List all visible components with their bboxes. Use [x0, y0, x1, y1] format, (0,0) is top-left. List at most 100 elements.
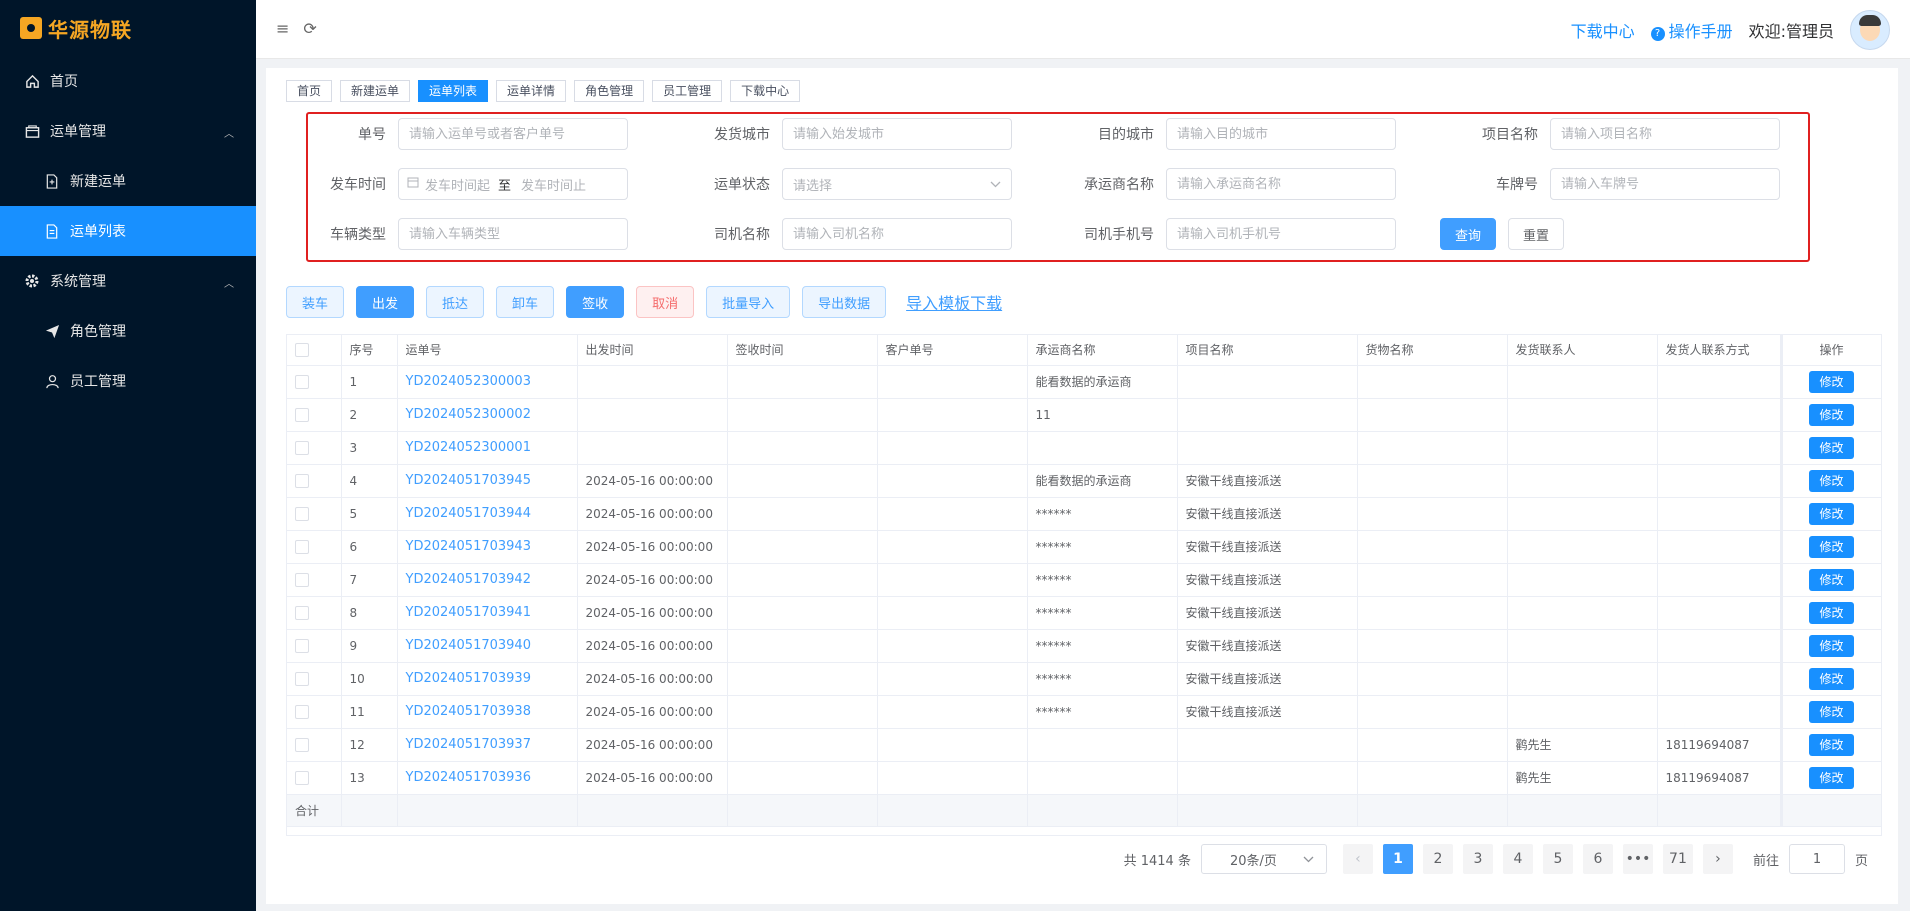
row-checkbox[interactable]	[295, 770, 309, 785]
row-checkbox[interactable]	[295, 506, 309, 521]
row-checkbox[interactable]	[295, 704, 309, 719]
page-button[interactable]: 5	[1542, 844, 1573, 874]
unload-button[interactable]: 卸车	[496, 286, 555, 318]
select-all-cell[interactable]	[287, 335, 342, 366]
row-checkbox[interactable]	[295, 374, 309, 389]
row-checkbox[interactable]	[295, 539, 309, 554]
vehicle-type-input[interactable]	[398, 218, 628, 250]
depart-time-start[interactable]: 发车时间起	[425, 175, 490, 194]
sidebar-item-waybill-list[interactable]: 运单列表	[0, 206, 256, 256]
page-button[interactable]: 3	[1462, 844, 1493, 874]
from-city-input[interactable]	[782, 118, 1012, 150]
edit-button[interactable]: 修改	[1809, 403, 1854, 426]
row-checkbox[interactable]	[295, 440, 309, 455]
carrier-input[interactable]	[1166, 168, 1396, 200]
waybill-no-link[interactable]: YD2024051703944	[397, 497, 578, 531]
row-checkbox[interactable]	[295, 407, 309, 422]
page-button[interactable]: 1	[1382, 844, 1413, 874]
edit-button[interactable]: 修改	[1809, 370, 1854, 393]
waybill-no-link[interactable]: YD2024052300001	[397, 431, 578, 465]
page-button[interactable]: 4	[1502, 844, 1533, 874]
tag-role-mgmt[interactable]: 角色管理	[574, 80, 645, 102]
tag-waybill-detail[interactable]: 运单详情	[496, 80, 567, 102]
driver-phone-input[interactable]	[1166, 218, 1396, 250]
prev-page-button[interactable]: ‹	[1342, 844, 1373, 874]
waybill-no-link[interactable]: YD2024052300003	[397, 365, 578, 399]
waybill-no-link[interactable]: YD2024051703936	[397, 761, 578, 795]
row-select-cell[interactable]	[287, 563, 342, 597]
refresh-icon[interactable]: ⟳	[303, 19, 316, 38]
row-select-cell[interactable]	[287, 497, 342, 531]
row-checkbox[interactable]	[295, 671, 309, 686]
row-checkbox[interactable]	[295, 605, 309, 620]
tag-staff-mgmt[interactable]: 员工管理	[652, 80, 723, 102]
select-all-checkbox[interactable]	[295, 343, 309, 357]
depart-button[interactable]: 出发	[356, 286, 415, 318]
download-center-link[interactable]: 下载中心	[1571, 18, 1635, 42]
row-checkbox[interactable]	[295, 638, 309, 653]
sign-button[interactable]: 签收	[566, 286, 625, 318]
row-select-cell[interactable]	[287, 596, 342, 630]
sidebar-item-role-mgmt[interactable]: 角色管理	[0, 306, 256, 356]
more-pages-button[interactable]: •••	[1622, 844, 1653, 874]
waybill-no-link[interactable]: YD2024051703943	[397, 530, 578, 564]
cancel-button[interactable]: 取消	[636, 286, 695, 318]
batch-import-button[interactable]: 批量导入	[706, 286, 791, 318]
edit-button[interactable]: 修改	[1809, 700, 1854, 723]
waybill-no-link[interactable]: YD2024052300002	[397, 398, 578, 432]
reset-button[interactable]: 重置	[1508, 218, 1565, 250]
load-button[interactable]: 装车	[286, 286, 345, 318]
row-select-cell[interactable]	[287, 464, 342, 498]
row-checkbox[interactable]	[295, 473, 309, 488]
row-select-cell[interactable]	[287, 629, 342, 663]
next-page-button[interactable]: ›	[1702, 844, 1733, 874]
edit-button[interactable]: 修改	[1809, 634, 1854, 657]
plate-input[interactable]	[1550, 168, 1780, 200]
template-download-link[interactable]: 导入模板下载	[906, 290, 1002, 314]
edit-button[interactable]: 修改	[1809, 766, 1854, 789]
page-size-select[interactable]: 20条/页	[1200, 844, 1327, 874]
edit-button[interactable]: 修改	[1809, 667, 1854, 690]
edit-button[interactable]: 修改	[1809, 601, 1854, 624]
edit-button[interactable]: 修改	[1809, 469, 1854, 492]
row-select-cell[interactable]	[287, 398, 342, 432]
sidebar-item-home[interactable]: 首页	[0, 56, 256, 106]
query-button[interactable]: 查询	[1440, 218, 1497, 250]
row-checkbox[interactable]	[295, 572, 309, 587]
avatar[interactable]	[1850, 10, 1890, 50]
export-button[interactable]: 导出数据	[802, 286, 887, 318]
project-input[interactable]	[1550, 118, 1780, 150]
sidebar-item-waybill-mgmt[interactable]: 运单管理 ︿	[0, 106, 256, 156]
tag-download-center[interactable]: 下载中心	[730, 80, 801, 102]
row-select-cell[interactable]	[287, 695, 342, 729]
page-button[interactable]: 2	[1422, 844, 1453, 874]
waybill-no-link[interactable]: YD2024051703938	[397, 695, 578, 729]
status-select[interactable]: 请选择	[782, 168, 1012, 200]
waybill-no-link[interactable]: YD2024051703937	[397, 728, 578, 762]
waybill-no-link[interactable]: YD2024051703945	[397, 464, 578, 498]
sidebar-item-staff-mgmt[interactable]: 员工管理	[0, 356, 256, 406]
row-select-cell[interactable]	[287, 662, 342, 696]
row-select-cell[interactable]	[287, 431, 342, 465]
row-select-cell[interactable]	[287, 728, 342, 762]
arrive-button[interactable]: 抵达	[426, 286, 485, 318]
sidebar-item-new-waybill[interactable]: 新建运单	[0, 156, 256, 206]
row-select-cell[interactable]	[287, 530, 342, 564]
edit-button[interactable]: 修改	[1809, 568, 1854, 591]
row-checkbox[interactable]	[295, 737, 309, 752]
to-city-input[interactable]	[1166, 118, 1396, 150]
edit-button[interactable]: 修改	[1809, 733, 1854, 756]
edit-button[interactable]: 修改	[1809, 535, 1854, 558]
waybill-no-link[interactable]: YD2024051703939	[397, 662, 578, 696]
page-button[interactable]: 6	[1582, 844, 1613, 874]
depart-time-end[interactable]: 发车时间止	[521, 175, 586, 194]
menu-toggle-icon[interactable]: ≡	[276, 19, 289, 38]
tag-waybill-list[interactable]: 运单列表	[418, 80, 489, 102]
waybill-no-link[interactable]: YD2024051703942	[397, 563, 578, 597]
goto-page-input[interactable]	[1788, 844, 1845, 874]
sidebar-item-system-mgmt[interactable]: 系统管理 ︿	[0, 256, 256, 306]
waybill-no-link[interactable]: YD2024051703941	[397, 596, 578, 630]
row-select-cell[interactable]	[287, 761, 342, 795]
tag-new-waybill[interactable]: 新建运单	[340, 80, 411, 102]
driver-input[interactable]	[782, 218, 1012, 250]
